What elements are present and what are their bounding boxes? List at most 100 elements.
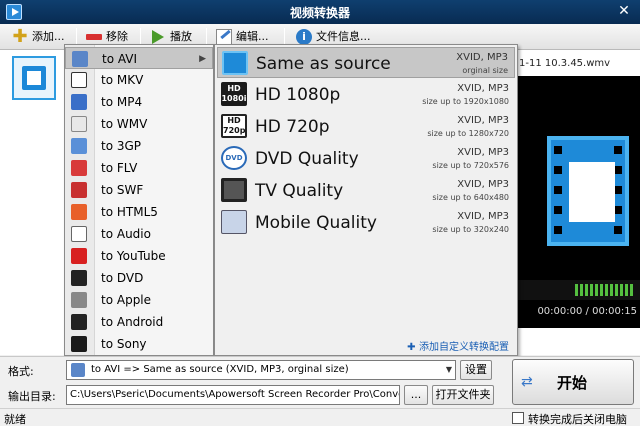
html5-icon [71, 204, 87, 220]
preset-name: HD 1080p [255, 85, 341, 105]
preset-codec: XVID, MP3 [457, 115, 509, 126]
preset-size: size up to 1920x1080 [422, 97, 509, 106]
start-button[interactable]: ⇄ 开始 [512, 359, 634, 405]
format-label: 格式: [8, 365, 34, 378]
preset-tv-quality[interactable]: TV Quality XVID, MP3 size up to 640x480 [217, 175, 515, 206]
avi-icon [71, 363, 85, 377]
shutdown-checkbox[interactable] [512, 412, 524, 424]
info-icon: i [296, 29, 312, 45]
menu-item-label: to MP4 [101, 95, 143, 109]
menu-item-apple[interactable]: to Apple [65, 289, 213, 311]
film-icon [222, 51, 248, 75]
file-info-label: 文件信息... [316, 30, 371, 43]
menu-item-android[interactable]: to Android [65, 311, 213, 333]
convert-icon: ⇄ [521, 374, 533, 390]
menu-item-label: to Android [101, 315, 164, 329]
menu-item-label: to FLV [101, 161, 138, 175]
menu-item-wmv[interactable]: to WMV [65, 113, 213, 135]
menu-item-label: to YouTube [101, 249, 166, 263]
flv-icon [71, 160, 87, 176]
preset-name: HD 720p [255, 117, 330, 137]
preset-name: TV Quality [255, 181, 344, 201]
preview-pane: 1-11 10.3.45.wmv 00:00:00 / 00:00:15 [516, 50, 640, 355]
preset-name: DVD Quality [255, 149, 359, 169]
browse-button[interactable]: ... [404, 385, 428, 405]
player-controls [517, 280, 640, 300]
preset-codec: XVID, MP3 [456, 52, 508, 63]
remove-label: 移除 [106, 30, 128, 43]
menu-item-label: to AVI [102, 52, 138, 66]
title-bar: 视频转换器 ✕ [0, 0, 640, 24]
android-icon [71, 314, 87, 330]
menu-item-avi[interactable]: to AVI ▶ [65, 47, 213, 69]
preset-size: size up to 1280x720 [427, 129, 509, 138]
avi-icon [72, 51, 88, 67]
preset-codec: XVID, MP3 [457, 179, 509, 190]
wmv-icon [71, 116, 87, 132]
edit-label: 编辑... [236, 30, 269, 43]
menu-item-label: to WMV [101, 117, 148, 131]
open-folder-button[interactable]: 打开文件夹 [432, 385, 494, 405]
menu-item-label: to Apple [101, 293, 152, 307]
preset-name: Same as source [256, 54, 391, 74]
submenu-arrow-icon: ▶ [199, 54, 206, 64]
preset-name: Mobile Quality [255, 213, 377, 233]
output-path-field[interactable]: C:\Users\Pseric\Documents\Apowersoft Scr… [66, 385, 400, 405]
close-icon[interactable]: ✕ [614, 2, 634, 20]
shutdown-label[interactable]: 转换完成后关闭电脑 [528, 411, 627, 426]
menu-item-label: to MKV [101, 73, 144, 87]
volume-slider[interactable] [575, 284, 635, 296]
play-icon [152, 30, 164, 44]
mobile-icon [221, 210, 247, 234]
menu-item-audio[interactable]: to Audio [65, 223, 213, 245]
preset-hd-1080p[interactable]: HD 1080i HD 1080p XVID, MP3 size up to 1… [217, 79, 515, 110]
hd1080-icon: HD 1080i [221, 82, 247, 106]
apple-icon [71, 292, 87, 308]
add-button[interactable]: ✚ 添加... [10, 26, 65, 47]
menu-item-label: to Audio [101, 227, 151, 241]
settings-button[interactable]: 设置 [460, 360, 492, 380]
file-thumbnail[interactable] [12, 56, 56, 100]
plus-icon: ✚ [407, 342, 419, 353]
dvd-quality-icon: DVD [221, 146, 247, 170]
3gp-icon [71, 138, 87, 154]
menu-item-dvd[interactable]: to DVD [65, 267, 213, 289]
preset-hd-720p[interactable]: HD 720p HD 720p XVID, MP3 size up to 128… [217, 111, 515, 142]
mp4-icon [71, 94, 87, 110]
dvd-icon [71, 270, 87, 286]
menu-item-youtube[interactable]: to YouTube [65, 245, 213, 267]
preset-size: size up to 640x480 [432, 193, 509, 202]
sony-icon [71, 336, 87, 352]
menu-item-swf[interactable]: to SWF [65, 179, 213, 201]
status-text: 就绪 [4, 413, 26, 426]
format-select[interactable]: to AVI => Same as source (XVID, MP3, org… [66, 360, 456, 380]
preset-mobile-quality[interactable]: Mobile Quality XVID, MP3 size up to 320x… [217, 207, 515, 238]
preset-codec: XVID, MP3 [457, 211, 509, 222]
menu-item-label: to HTML5 [101, 205, 158, 219]
menu-item-label: to SWF [101, 183, 144, 197]
preset-submenu: Same as source XVID, MP3 orginal size HD… [214, 44, 518, 356]
preset-size: orginal size [462, 66, 508, 75]
film-icon [22, 66, 46, 90]
window-title: 视频转换器 [289, 6, 350, 20]
menu-item-mp4[interactable]: to MP4 [65, 91, 213, 113]
add-custom-preset-link[interactable]: ✚ 添加自定义转换配置 [407, 338, 509, 353]
preset-dvd-quality[interactable]: DVD DVD Quality XVID, MP3 size up to 720… [217, 143, 515, 174]
add-label: 添加... [32, 30, 65, 43]
menu-item-html5[interactable]: to HTML5 [65, 201, 213, 223]
menu-item-flv[interactable]: to FLV [65, 157, 213, 179]
preset-codec: XVID, MP3 [457, 147, 509, 158]
swf-icon [71, 182, 87, 198]
playback-time: 00:00:00 / 00:00:15 [517, 304, 640, 320]
preset-size: size up to 720x576 [432, 161, 509, 170]
play-label: 播放 [170, 30, 192, 43]
preset-codec: XVID, MP3 [457, 83, 509, 94]
menu-item-label: to DVD [101, 271, 144, 285]
add-icon: ✚ [12, 26, 28, 47]
preset-same-as-source[interactable]: Same as source XVID, MP3 orginal size [217, 47, 515, 78]
menu-item-sony[interactable]: to Sony [65, 333, 213, 355]
menu-item-mkv[interactable]: to MKV [65, 69, 213, 91]
mkv-icon [71, 72, 87, 88]
output-settings-panel: 格式: to AVI => Same as source (XVID, MP3,… [0, 356, 640, 408]
menu-item-3gp[interactable]: to 3GP [65, 135, 213, 157]
